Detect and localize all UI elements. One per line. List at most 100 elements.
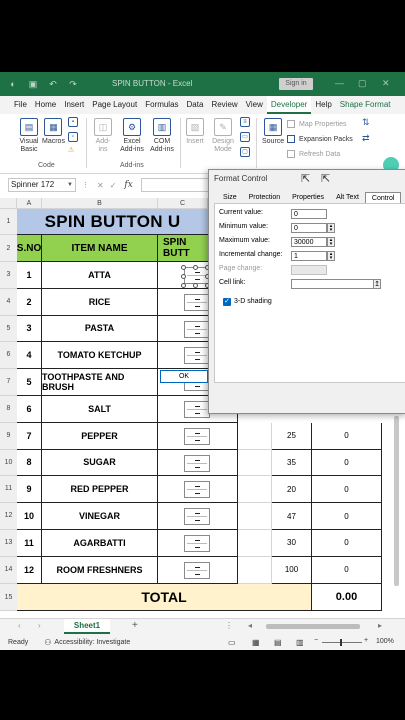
accessibility-status[interactable]: Accessibility: Investigate bbox=[54, 639, 130, 646]
spin-down-arrow[interactable] bbox=[195, 466, 200, 468]
row-header[interactable]: 8 bbox=[0, 396, 17, 423]
row-total-cell[interactable]: 0 bbox=[312, 422, 382, 450]
scroll-left-icon[interactable]: ◂ bbox=[248, 621, 252, 630]
spin-button[interactable] bbox=[184, 508, 210, 526]
row-header[interactable]: 11 bbox=[0, 476, 17, 504]
tab-file[interactable]: File bbox=[10, 96, 31, 114]
cell-link-field[interactable] bbox=[291, 279, 381, 289]
spin-up-arrow[interactable] bbox=[195, 566, 200, 568]
spin-button[interactable] bbox=[184, 320, 210, 338]
vertical-scrollbar[interactable] bbox=[394, 416, 399, 586]
sheet-tab-sheet1[interactable]: Sheet1 bbox=[64, 619, 110, 634]
spin-button[interactable] bbox=[184, 454, 210, 472]
spin-up-arrow[interactable] bbox=[195, 540, 200, 541]
spin-down-arrow[interactable] bbox=[195, 439, 200, 441]
spin-down-arrow[interactable] bbox=[195, 547, 200, 548]
name-box[interactable]: Spinner 172 ▼ bbox=[8, 178, 76, 192]
sno-cell[interactable]: 6 bbox=[17, 396, 42, 423]
item-name-cell[interactable]: PASTA bbox=[42, 315, 158, 343]
blank-cell[interactable] bbox=[238, 422, 272, 450]
spin-up-arrow[interactable] bbox=[195, 325, 200, 327]
export-icon[interactable]: ⇄ bbox=[362, 134, 370, 143]
maximum-value-field[interactable]: 30000 bbox=[291, 237, 327, 247]
sheet-options-icon[interactable]: ⋮ bbox=[225, 621, 233, 630]
blank-cell[interactable] bbox=[238, 476, 272, 504]
spin-button[interactable] bbox=[184, 561, 210, 579]
quantity-cell[interactable]: 47 bbox=[272, 503, 312, 530]
blank-cell[interactable] bbox=[238, 503, 272, 530]
sheet-title[interactable]: SPIN BUTTON U bbox=[17, 209, 208, 235]
zoom-out-icon[interactable]: − bbox=[314, 637, 318, 644]
next-sheet-icon[interactable]: › bbox=[38, 621, 41, 630]
column-header-b[interactable]: B bbox=[42, 198, 158, 209]
item-name-cell[interactable]: AGARBATTI bbox=[42, 530, 158, 557]
row-header[interactable]: 2 bbox=[0, 235, 17, 262]
map-properties-item[interactable]: Map Properties bbox=[287, 120, 346, 128]
tab-home[interactable]: Home bbox=[31, 96, 60, 114]
spin-up-arrow[interactable] bbox=[195, 352, 200, 354]
enter-icon[interactable]: ✓ bbox=[110, 181, 117, 190]
tab-page-layout[interactable]: Page Layout bbox=[88, 96, 141, 114]
blank-cell[interactable] bbox=[238, 556, 272, 584]
dialog-tab-alt-text[interactable]: Alt Text bbox=[330, 192, 365, 203]
macros-button[interactable]: ▦ Macros bbox=[42, 118, 65, 146]
relative-refs-icon[interactable]: ▫ bbox=[68, 132, 78, 144]
incremental-stepper[interactable]: ▴ ▾ bbox=[327, 251, 335, 261]
spin-down-arrow[interactable] bbox=[195, 359, 200, 361]
sno-cell[interactable]: 10 bbox=[17, 503, 42, 530]
quantity-cell[interactable]: 30 bbox=[272, 530, 312, 557]
spin-down-arrow[interactable] bbox=[195, 332, 200, 334]
range-select-icon[interactable]: ↥ bbox=[373, 279, 381, 289]
zoom-level[interactable]: 100% bbox=[376, 638, 394, 645]
spin-down-arrow[interactable] bbox=[195, 493, 200, 495]
blank-cell[interactable] bbox=[238, 449, 272, 477]
row-header[interactable]: 13 bbox=[0, 530, 17, 557]
item-name-cell[interactable]: RICE bbox=[42, 288, 158, 316]
quantity-cell[interactable]: 20 bbox=[272, 476, 312, 504]
row-header[interactable]: 1 bbox=[0, 209, 17, 235]
item-name-cell[interactable]: TOMATO KETCHUP bbox=[42, 342, 158, 370]
quantity-cell[interactable]: 35 bbox=[272, 449, 312, 477]
source-button[interactable]: ▦ Source bbox=[262, 118, 284, 146]
tab-developer[interactable]: Developer bbox=[266, 96, 312, 114]
row-header[interactable]: 4 bbox=[0, 288, 17, 316]
minimum-stepper[interactable]: ▴ ▾ bbox=[327, 223, 335, 233]
close-icon[interactable]: ✕ bbox=[382, 78, 390, 89]
dialog-tab-size[interactable]: Size bbox=[217, 192, 243, 203]
blank-cell[interactable] bbox=[238, 530, 272, 557]
spin-up-arrow[interactable] bbox=[195, 298, 200, 300]
row-total-cell[interactable]: 0 bbox=[312, 556, 382, 584]
tab-insert[interactable]: Insert bbox=[60, 96, 88, 114]
sign-in-button[interactable]: Sign in bbox=[279, 78, 313, 90]
item-name-cell[interactable]: ROOM FRESHNERS bbox=[42, 556, 158, 584]
minimize-icon[interactable]: — bbox=[335, 78, 344, 88]
minimum-value-field[interactable]: 0 bbox=[291, 223, 327, 233]
header-sno[interactable]: S.NO bbox=[17, 235, 42, 262]
redo-icon[interactable]: ↷ bbox=[66, 77, 80, 91]
spin-down-arrow[interactable] bbox=[195, 413, 200, 414]
spin-up-arrow[interactable] bbox=[195, 513, 200, 515]
spin-up-arrow[interactable] bbox=[195, 406, 200, 407]
scroll-right-icon[interactable]: ▸ bbox=[378, 621, 382, 630]
row-header[interactable]: 15 bbox=[0, 584, 17, 611]
autosave-icon[interactable]: ◐ bbox=[6, 77, 20, 91]
tab-formulas[interactable]: Formulas bbox=[141, 96, 182, 114]
sno-cell[interactable]: 1 bbox=[17, 262, 42, 289]
zoom-slider[interactable] bbox=[322, 642, 362, 643]
spin-up-arrow[interactable] bbox=[195, 272, 200, 273]
cancel-icon[interactable]: ✕ bbox=[97, 181, 104, 190]
properties-icon[interactable]: ≡ bbox=[240, 117, 250, 129]
fx-icon[interactable]: fx bbox=[124, 180, 132, 190]
page-layout-view-icon[interactable]: ▤ bbox=[274, 638, 282, 647]
visual-basic-button[interactable]: ▤ Visual Basic bbox=[14, 118, 44, 154]
item-name-cell[interactable]: PEPPER bbox=[42, 422, 158, 450]
normal-view-icon[interactable]: ▦ bbox=[252, 638, 260, 647]
spin-up-arrow[interactable] bbox=[195, 459, 200, 461]
selection-handle[interactable] bbox=[193, 283, 198, 288]
expansion-packs-item[interactable]: Expansion Packs bbox=[287, 135, 353, 143]
column-header-c[interactable]: C bbox=[158, 198, 208, 209]
design-mode-button[interactable]: ✎ Design Mode bbox=[212, 118, 234, 154]
item-name-cell[interactable]: VINEGAR bbox=[42, 503, 158, 530]
row-total-cell[interactable]: 0 bbox=[312, 530, 382, 557]
run-dialog-icon[interactable]: ▢ bbox=[240, 147, 250, 159]
